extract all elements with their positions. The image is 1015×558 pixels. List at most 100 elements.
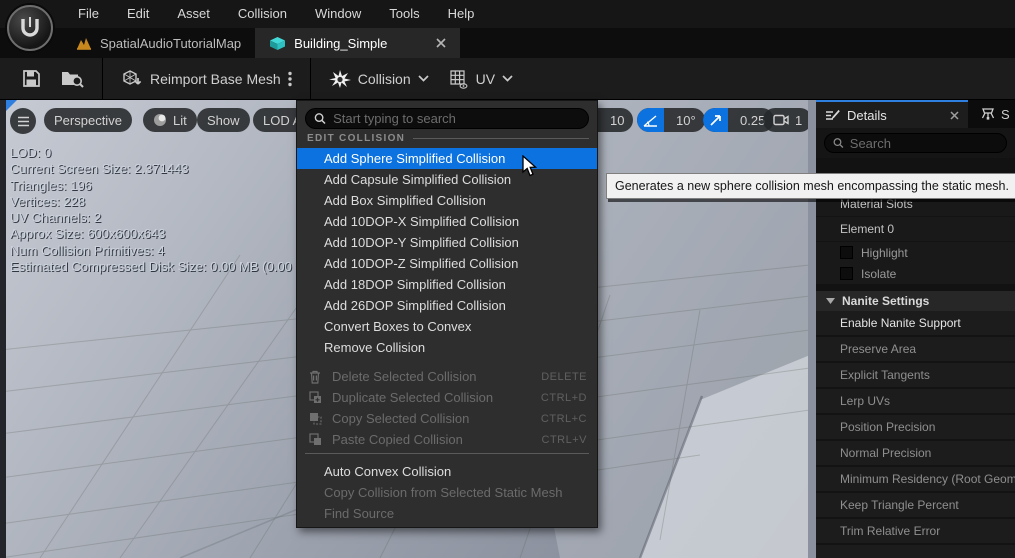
camera-count-button[interactable]: 1 — [763, 108, 810, 132]
menu-item-label: Add Box Simplified Collision — [324, 193, 486, 208]
row-minimum-residency[interactable]: Minimum Residency (Root Geometry) — [816, 467, 1015, 493]
tab-building-simple[interactable]: Building_Simple — [255, 28, 460, 58]
search-icon — [833, 137, 844, 149]
tab-details[interactable]: Details — [816, 100, 968, 128]
menu-item-convert-boxes[interactable]: Convert Boxes to Convex — [297, 316, 597, 337]
row-lerp-uvs[interactable]: Lerp UVs — [816, 389, 1015, 415]
reimport-label: Reimport Base Mesh — [150, 71, 281, 87]
tab-socket-manager[interactable]: S — [968, 100, 1015, 128]
shortcut-label: CTRL+V — [542, 434, 588, 446]
menu-item-label: Duplicate Selected Collision — [332, 390, 493, 405]
menu-item-label: Copy Selected Collision — [332, 411, 469, 426]
folder-search-icon — [61, 69, 84, 88]
lit-sphere-icon — [153, 113, 167, 127]
isolate-checkbox[interactable] — [840, 267, 853, 280]
section-nanite-settings[interactable]: Nanite Settings — [816, 291, 1015, 311]
browse-to-asset-button[interactable] — [51, 58, 94, 100]
section-divider — [413, 138, 589, 139]
fov-control[interactable]: 10° — [637, 108, 705, 132]
menu-item-label: Add 10DOP-X Simplified Collision — [324, 214, 519, 229]
details-icon — [825, 109, 840, 122]
highlight-checkbox[interactable] — [840, 246, 853, 259]
row-trim-relative-error[interactable]: Trim Relative Error — [816, 519, 1015, 545]
stat-disk-size: Estimated Compressed Disk Size: 0.00 MB … — [10, 259, 300, 275]
toolbar-separator — [102, 58, 103, 100]
viewport-menu-button[interactable] — [10, 108, 36, 134]
camera-speed-icon — [703, 108, 728, 132]
menu-item-paste-copied: Paste Copied Collision CTRL+V — [297, 429, 597, 450]
stat-approx-size: Approx Size: 600x600x643 — [10, 226, 300, 242]
menu-asset[interactable]: Asset — [163, 0, 224, 28]
save-icon — [22, 69, 41, 88]
save-button[interactable] — [12, 58, 51, 100]
search-icon — [314, 112, 326, 125]
kebab-menu-icon[interactable] — [288, 71, 292, 87]
reimport-base-mesh-button[interactable]: Reimport Base Mesh — [111, 58, 302, 100]
row-enable-nanite-support[interactable]: Enable Nanite Support — [816, 311, 1015, 337]
trash-icon — [307, 370, 323, 384]
fov-value: 10° — [670, 113, 705, 128]
menu-item-auto-convex[interactable]: Auto Convex Collision — [297, 461, 597, 482]
uv-dropdown-button[interactable]: UV — [439, 58, 523, 100]
details-search-input[interactable] — [850, 136, 998, 151]
menu-item-add-18dop[interactable]: Add 18DOP Simplified Collision — [297, 274, 597, 295]
menu-item-add-box[interactable]: Add Box Simplified Collision — [297, 190, 597, 211]
row-explicit-tangents[interactable]: Explicit Tangents — [816, 363, 1015, 389]
menu-file[interactable]: File — [64, 0, 113, 28]
row-position-precision[interactable]: Position Precision — [816, 415, 1015, 441]
details-panel: Details S — [816, 100, 1015, 558]
menu-collision[interactable]: Collision — [224, 0, 301, 28]
mesh-stats: LOD: 0 Current Screen Size: 2.371443 Tri… — [10, 145, 300, 275]
shortcut-label: DELETE — [541, 371, 587, 383]
collision-dropdown-button[interactable]: Collision — [319, 58, 439, 100]
collision-dropdown-menu: EDIT COLLISION Add Sphere Simplified Col… — [296, 100, 598, 528]
menu-edit[interactable]: Edit — [113, 0, 163, 28]
tooltip-text: Generates a new sphere collision mesh en… — [615, 179, 1009, 193]
menu-item-label: Paste Copied Collision — [332, 432, 463, 447]
menu-item-add-10dop-x[interactable]: Add 10DOP-X Simplified Collision — [297, 211, 597, 232]
menu-search-box[interactable] — [305, 108, 589, 129]
row-label: Explicit Tangents — [840, 368, 930, 382]
row-label: Enable Nanite Support — [840, 316, 961, 330]
menu-tools[interactable]: Tools — [375, 0, 433, 28]
stat-vertices: Vertices: 228 — [10, 194, 300, 210]
menu-item-add-sphere[interactable]: Add Sphere Simplified Collision — [297, 148, 597, 169]
menu-item-label: Copy Collision from Selected Static Mesh — [324, 485, 562, 500]
row-keep-triangle-percent[interactable]: Keep Triangle Percent — [816, 493, 1015, 519]
details-gap — [816, 284, 1015, 291]
menu-item-copy-collision-from: Copy Collision from Selected Static Mesh — [297, 482, 597, 503]
menu-help[interactable]: Help — [434, 0, 489, 28]
lit-label: Lit — [173, 113, 187, 128]
menu-item-add-10dop-z[interactable]: Add 10DOP-Z Simplified Collision — [297, 253, 597, 274]
editor-toolbar: Reimport Base Mesh Collision UV — [0, 58, 1015, 100]
tab-spatialaudiotutorialmap[interactable]: SpatialAudioTutorialMap — [62, 28, 255, 58]
row-element-0[interactable]: Element 0 — [816, 217, 1015, 242]
unreal-logo[interactable] — [7, 5, 53, 51]
stat-collision-primitives: Num Collision Primitives: 4 — [10, 243, 300, 259]
details-tab-close-icon[interactable] — [950, 108, 959, 123]
menu-item-label: Delete Selected Collision — [332, 369, 477, 384]
menu-item-remove-collision[interactable]: Remove Collision — [297, 337, 597, 358]
row-preserve-area[interactable]: Preserve Area — [816, 337, 1015, 363]
details-tab-label: Details — [847, 108, 887, 123]
stat-lod: LOD: 0 — [10, 145, 300, 161]
perspective-button[interactable]: Perspective — [44, 108, 132, 132]
menu-section-edit-collision: EDIT COLLISION — [307, 131, 589, 145]
lit-mode-button[interactable]: Lit — [143, 108, 197, 132]
menu-item-add-26dop[interactable]: Add 26DOP Simplified Collision — [297, 295, 597, 316]
panel-splitter[interactable] — [808, 100, 816, 558]
row-normal-precision[interactable]: Normal Precision — [816, 441, 1015, 467]
row-label: Material Slots — [840, 197, 913, 211]
show-button[interactable]: Show — [197, 108, 250, 132]
details-search-box[interactable] — [824, 133, 1007, 153]
menu-item-label: Add 26DOP Simplified Collision — [324, 298, 506, 313]
expander-arrow-icon — [826, 298, 835, 304]
mouse-cursor — [522, 155, 539, 182]
row-label: Highlight — [861, 246, 908, 260]
tab-label: SpatialAudioTutorialMap — [100, 36, 241, 51]
menu-item-add-10dop-y[interactable]: Add 10DOP-Y Simplified Collision — [297, 232, 597, 253]
menu-search-input[interactable] — [333, 111, 580, 126]
menu-item-add-capsule[interactable]: Add Capsule Simplified Collision — [297, 169, 597, 190]
menu-window[interactable]: Window — [301, 0, 375, 28]
tab-close-icon[interactable] — [410, 38, 446, 48]
